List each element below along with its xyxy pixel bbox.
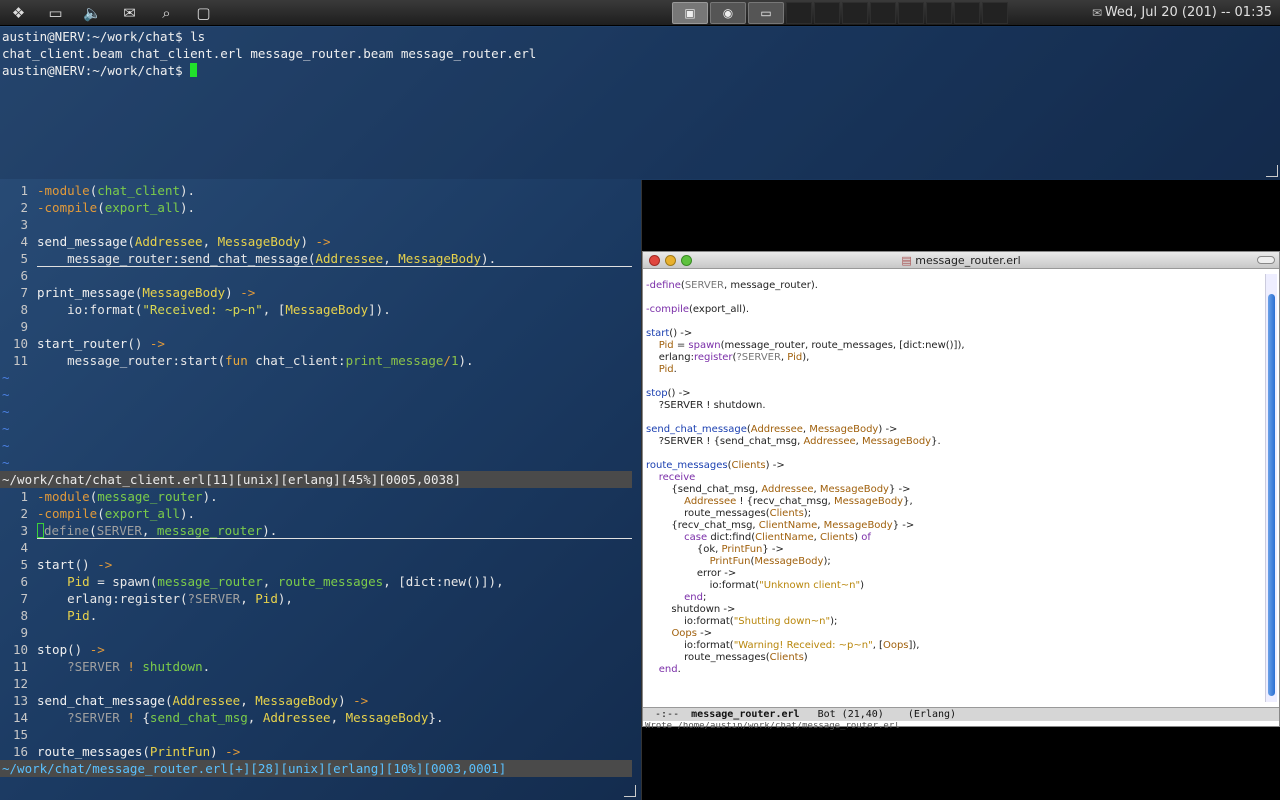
workspace-4[interactable] (870, 2, 896, 24)
close-button[interactable] (649, 255, 660, 266)
emacs-scrollbar[interactable] (1265, 274, 1277, 702)
scrollbar-thumb[interactable] (1268, 294, 1275, 696)
terminal-cursor (190, 63, 198, 77)
terminal-prompt: austin@NERV:~/work/chat$ (2, 63, 191, 78)
workspace-3[interactable] (842, 2, 868, 24)
emacs-window[interactable]: ▤ message_router.erl -define(SERVER, mes… (642, 251, 1280, 730)
terminal-prompt-line: austin@NERV:~/work/chat$ (2, 62, 1278, 79)
emacs-titlebar[interactable]: ▤ message_router.erl (643, 252, 1279, 269)
top-panel: ❖ ▭ 🔈 ✉ ⌕ ▢ ▣ ◉ ▭ ✉ Wed, Jul 20 (201) --… (0, 0, 1280, 26)
task-terminal-button[interactable]: ▣ (672, 2, 708, 24)
task-browser-button[interactable]: ◉ (710, 2, 746, 24)
workspace-2[interactable] (814, 2, 840, 24)
mode-line-buffer-name: message_router.erl (691, 709, 800, 720)
search-icon[interactable]: ⌕ (148, 0, 185, 26)
mode-line-major-mode: (Erlang) (883, 709, 957, 720)
toolbar-toggle-button[interactable] (1257, 256, 1275, 264)
volume-icon[interactable]: 🔈 (74, 0, 111, 26)
mail-icon[interactable]: ✉ (111, 0, 148, 26)
emacs-title: message_router.erl (915, 254, 1021, 267)
workspace-1[interactable] (786, 2, 812, 24)
vim-pane-message-router[interactable]: 1 -module(message_router). 2 -compile(expo… (0, 488, 640, 760)
emacs-mode-line: -:-- message_router.erl Bot (21,40) (Erl… (643, 707, 1279, 721)
resize-grip[interactable] (1266, 165, 1278, 177)
emacs-buffer[interactable]: -define(SERVER, message_router). -compil… (643, 270, 1263, 704)
terminal[interactable]: austin@NERV:~/work/chat$ ls chat_client.… (0, 27, 1280, 179)
terminal-line: chat_client.beam chat_client.erl message… (2, 46, 537, 61)
terminal-line: austin@NERV:~/work/chat$ ls (2, 29, 206, 44)
workspace-6[interactable] (926, 2, 952, 24)
files-icon[interactable]: ▭ (37, 0, 74, 26)
workspace-5[interactable] (898, 2, 924, 24)
task-files-button[interactable]: ▭ (748, 2, 784, 24)
window-list-icon[interactable]: ▢ (185, 0, 222, 26)
distro-menu-icon[interactable]: ❖ (0, 0, 37, 26)
mode-line-flags: -:-- (649, 709, 692, 720)
mode-line-position: Bot (21,40) (799, 709, 884, 720)
workspace-7[interactable] (954, 2, 980, 24)
vim-status-message-router: ~/work/chat/message_router.erl[+][28][un… (0, 760, 632, 777)
clock[interactable]: Wed, Jul 20 (201) -- 01:35 (1105, 0, 1272, 26)
vim-pane-chat-client[interactable]: 1 -module(chat_client). 2 -compile(export_… (0, 182, 640, 471)
resize-grip[interactable] (624, 785, 636, 797)
emacs-echo-area: Wrote /home/austin/work/chat/message_rou… (645, 722, 900, 730)
zoom-button[interactable] (681, 255, 692, 266)
workspace-8[interactable] (982, 2, 1008, 24)
file-icon: ▤ (901, 254, 916, 267)
tray-mail-icon[interactable]: ✉ (1092, 6, 1102, 20)
minimize-button[interactable] (665, 255, 676, 266)
vim-status-chat-client: ~/work/chat/chat_client.erl[11][unix][er… (0, 471, 632, 488)
